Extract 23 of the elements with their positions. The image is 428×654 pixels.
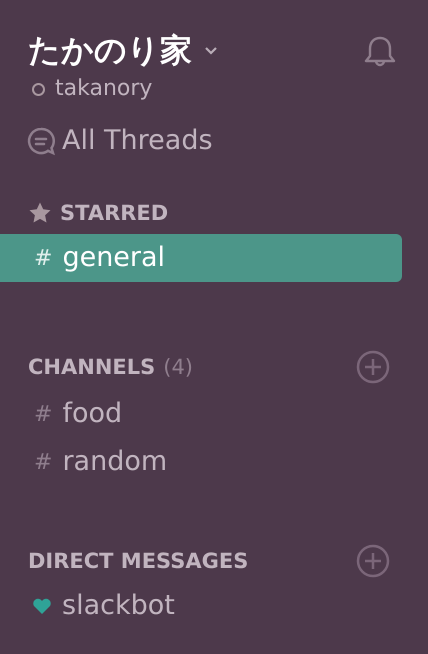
all-threads-item[interactable]: All Threads <box>26 122 428 160</box>
add-icon[interactable] <box>356 544 390 578</box>
channel-count: (4) <box>163 355 193 379</box>
channel-item[interactable]: # food <box>0 390 402 438</box>
channel-name: general <box>62 241 166 275</box>
hash-icon: # <box>34 450 52 474</box>
hash-icon: # <box>34 402 52 426</box>
team-name[interactable]: たかのり家 <box>28 28 192 72</box>
channel-item[interactable]: # random <box>0 438 402 486</box>
hash-icon: # <box>34 246 52 270</box>
section-title[interactable]: DIRECT MESSAGES <box>28 546 248 576</box>
channel-item[interactable]: # general <box>0 234 402 282</box>
speech-bubble-icon <box>26 126 56 156</box>
direct-message-item[interactable]: slackbot <box>0 582 402 630</box>
section-title: STARRED <box>60 200 168 227</box>
channel-name: food <box>62 397 122 431</box>
star-icon <box>28 201 52 225</box>
section-title[interactable]: CHANNELS <box>28 352 156 382</box>
user-name[interactable]: takanory <box>55 74 152 104</box>
channel-name: random <box>62 445 168 479</box>
heart-icon <box>32 597 52 615</box>
add-icon[interactable] <box>356 350 390 384</box>
caret-icon[interactable] <box>204 46 218 54</box>
